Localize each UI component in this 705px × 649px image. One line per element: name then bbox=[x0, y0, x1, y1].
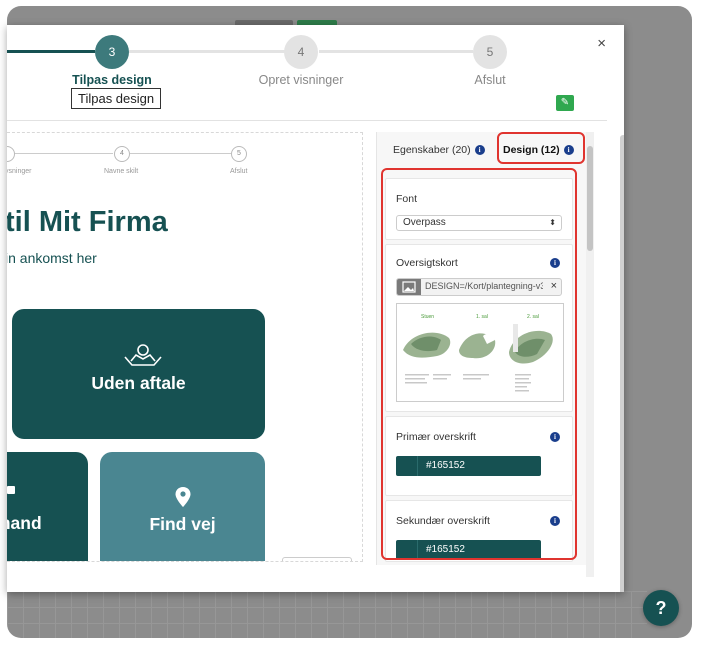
modal-scrollbar[interactable] bbox=[620, 135, 624, 592]
tile-label: Find vej bbox=[149, 514, 216, 534]
step-4-label[interactable]: Opret visninger bbox=[221, 73, 381, 87]
mini-step-circle: 5 bbox=[231, 146, 247, 162]
tooltip: Tilpas design bbox=[71, 88, 162, 109]
tile-label: mand bbox=[7, 513, 42, 533]
briefcase-icon bbox=[7, 486, 15, 494]
backdrop-grid bbox=[7, 591, 647, 638]
step-3-circle[interactable]: 3 bbox=[95, 35, 129, 69]
step-line bbox=[319, 50, 473, 53]
scroll-thumb[interactable] bbox=[587, 146, 593, 251]
tile-no-appointment[interactable]: Uden aftale bbox=[12, 309, 265, 439]
tile-employee[interactable]: mand bbox=[7, 452, 88, 561]
hands-icon bbox=[124, 344, 162, 366]
mini-step-label: Afslut bbox=[230, 168, 248, 175]
mini-step-label: ysninger bbox=[7, 168, 32, 175]
kiosk-preview: ysninger 4 Navne skilt 5 Afslut til Mit … bbox=[7, 132, 363, 562]
mini-step-line bbox=[7, 153, 113, 154]
step-4-circle[interactable]: 4 bbox=[284, 35, 318, 69]
mini-step-circle: 4 bbox=[114, 146, 130, 162]
screen: × 3 Tilpas design 4 Opret visninger 5 Af… bbox=[0, 0, 705, 649]
tile-find-way[interactable]: Find vej bbox=[100, 452, 265, 561]
wizard-modal: × 3 Tilpas design 4 Opret visninger 5 Af… bbox=[7, 25, 624, 592]
step-progress-line bbox=[7, 50, 95, 53]
highlight-outline bbox=[497, 132, 585, 164]
step-3-label[interactable]: Tilpas design bbox=[32, 73, 192, 87]
help-button[interactable]: ? bbox=[643, 590, 679, 626]
step-5-circle[interactable]: 5 bbox=[473, 35, 507, 69]
mini-step-circle bbox=[7, 146, 15, 162]
preview-subtitle: in ankomst her bbox=[7, 250, 97, 266]
tab-properties[interactable]: Egenskaber (20) i bbox=[393, 144, 485, 156]
map-pin-icon bbox=[175, 487, 191, 507]
info-icon[interactable]: i bbox=[474, 145, 485, 156]
step-5-label[interactable]: Afslut bbox=[410, 73, 570, 87]
tab-label: Egenskaber (20) bbox=[393, 144, 471, 156]
preview-title: til Mit Firma bbox=[7, 206, 168, 238]
tile-label: Uden aftale bbox=[91, 373, 186, 393]
edit-icon: ✎ bbox=[560, 97, 570, 108]
edit-button[interactable]: ✎ bbox=[556, 95, 574, 111]
language-switcher bbox=[282, 557, 352, 561]
mini-step-line bbox=[130, 153, 231, 154]
panel-scrollbar[interactable] bbox=[586, 132, 594, 577]
highlight-outline bbox=[381, 168, 577, 560]
settings-panel: Egenskaber (20) i Design (12) i Font Overp… bbox=[376, 132, 586, 565]
mini-step-label: Navne skilt bbox=[104, 168, 139, 175]
step-line bbox=[129, 50, 285, 53]
